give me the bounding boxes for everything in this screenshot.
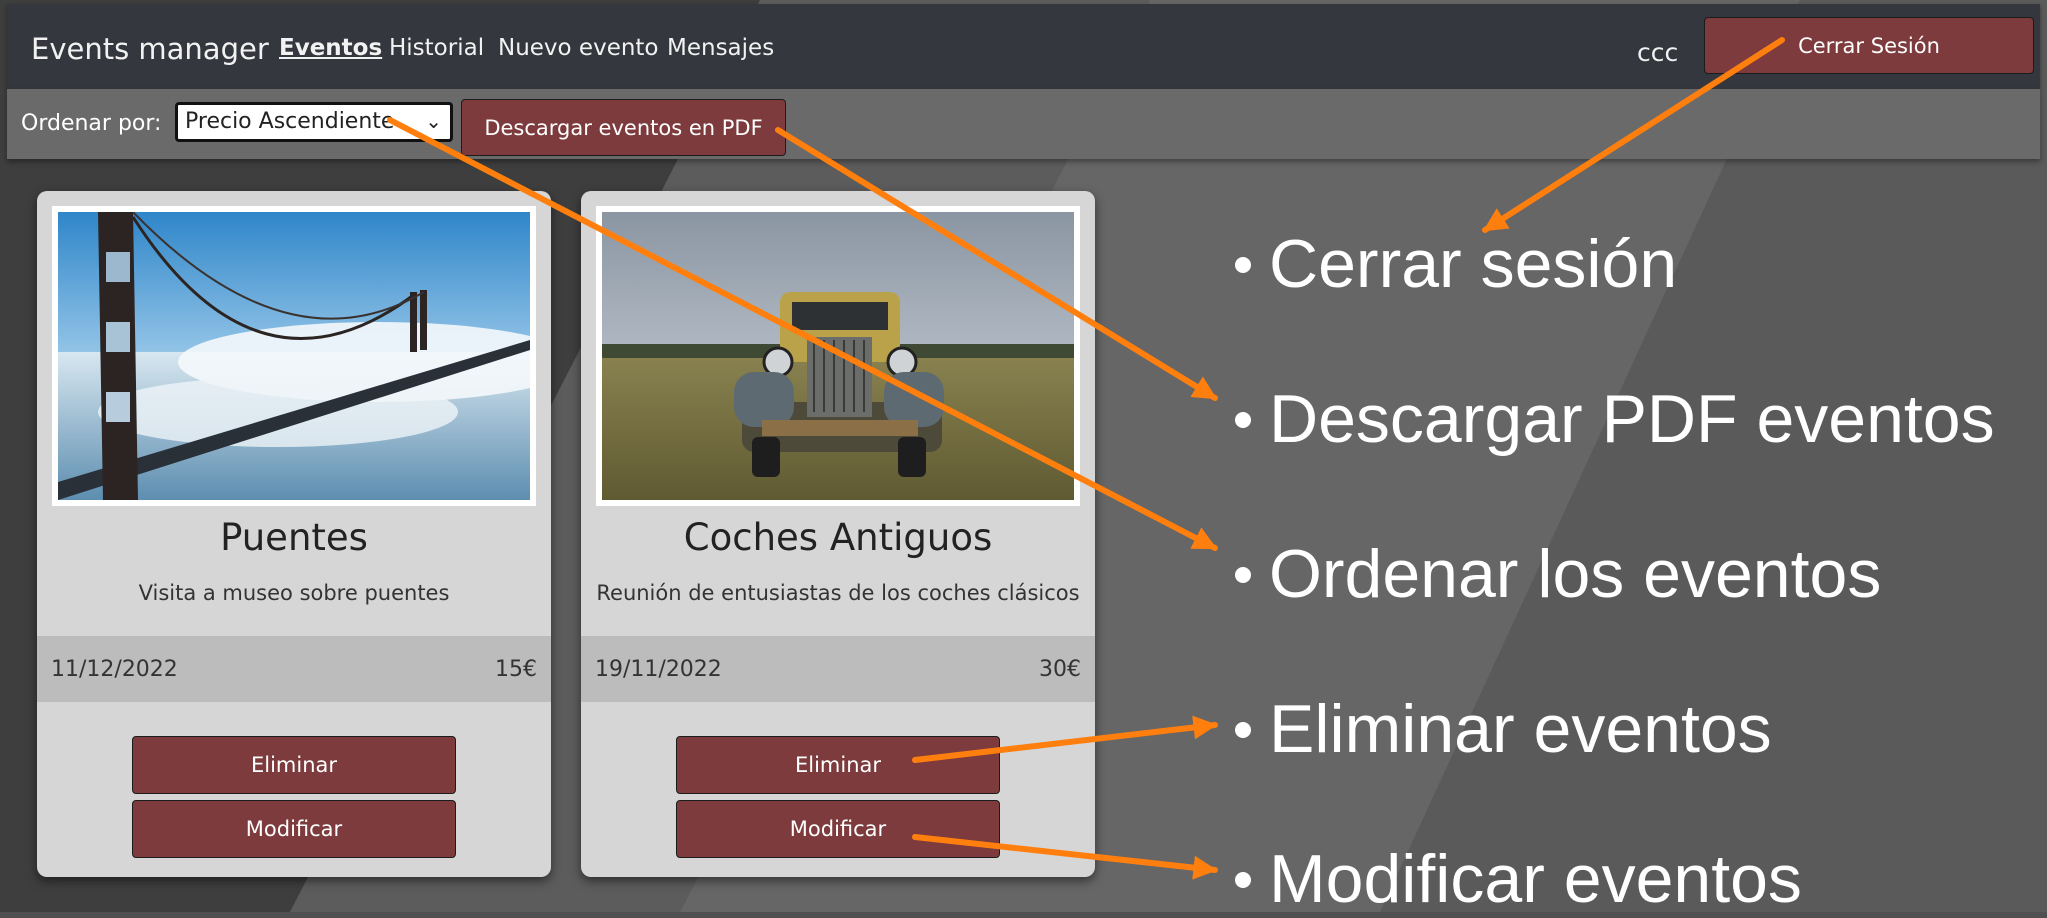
annotation-text: Modificar eventos (1269, 841, 1802, 917)
logout-button[interactable]: Cerrar Sesión (1704, 17, 2034, 74)
annotation-item: Ordenar los eventos (1235, 535, 1881, 613)
sort-selected-value: Precio Ascendiente (185, 109, 395, 134)
nav-link-nuevo-evento[interactable]: Nuevo evento (498, 35, 659, 61)
sort-label: Ordenar por: (21, 111, 162, 136)
delete-event-button[interactable]: Eliminar (132, 736, 456, 794)
annotation-item: Descargar PDF eventos (1235, 380, 1995, 458)
event-footer: 11/12/2022 15€ (37, 636, 551, 702)
annotation-item: Modificar eventos (1235, 840, 1802, 918)
edit-event-button[interactable]: Modificar (132, 800, 456, 858)
nav-link-eventos[interactable]: Eventos (279, 35, 382, 61)
annotation-text: Descargar PDF eventos (1269, 381, 1995, 457)
event-card: Puentes Visita a museo sobre puentes 11/… (37, 191, 551, 877)
nav-link-historial[interactable]: Historial (389, 35, 484, 61)
annotation-text: Eliminar eventos (1269, 691, 1772, 767)
event-price: 15€ (495, 657, 537, 682)
bullet-dot-icon (1235, 722, 1251, 739)
brand-title[interactable]: Events manager (31, 32, 269, 66)
annotation-text: Ordenar los eventos (1269, 536, 1882, 612)
event-description: Visita a museo sobre puentes (138, 581, 450, 605)
vintage-car-image (602, 212, 1074, 500)
toolbar: Ordenar por: Precio Ascendiente ⌄ Descar… (7, 89, 2040, 159)
delete-event-button[interactable]: Eliminar (676, 736, 1000, 794)
event-description: Reunión de entusiastas de los coches clá… (596, 581, 1080, 605)
username: ccc (1637, 38, 1679, 67)
bridge-image (58, 212, 530, 500)
event-date: 11/12/2022 (51, 657, 178, 682)
annotation-text: Cerrar sesión (1269, 226, 1678, 302)
bullet-dot-icon (1235, 567, 1251, 584)
download-pdf-button[interactable]: Descargar eventos en PDF (461, 99, 786, 156)
bullet-dot-icon (1235, 412, 1251, 429)
sort-select[interactable]: Precio Ascendiente ⌄ (175, 102, 453, 142)
nav-link-mensajes[interactable]: Mensajes (667, 35, 774, 61)
chevron-down-icon: ⌄ (425, 109, 442, 133)
bullet-dot-icon (1235, 257, 1251, 274)
annotation-item: Cerrar sesión (1235, 225, 1677, 303)
event-date: 19/11/2022 (595, 657, 722, 682)
event-image (596, 206, 1080, 506)
edit-event-button[interactable]: Modificar (676, 800, 1000, 858)
navbar: Events manager Eventos Historial Nuevo e… (7, 4, 2040, 89)
event-title: Coches Antiguos (683, 516, 993, 559)
event-image (52, 206, 536, 506)
event-footer: 19/11/2022 30€ (581, 636, 1095, 702)
bullet-dot-icon (1235, 872, 1251, 889)
event-price: 30€ (1039, 657, 1081, 682)
event-title: Puentes (220, 516, 368, 559)
event-card: Coches Antiguos Reunión de entusiastas d… (581, 191, 1095, 877)
annotation-item: Eliminar eventos (1235, 690, 1772, 768)
